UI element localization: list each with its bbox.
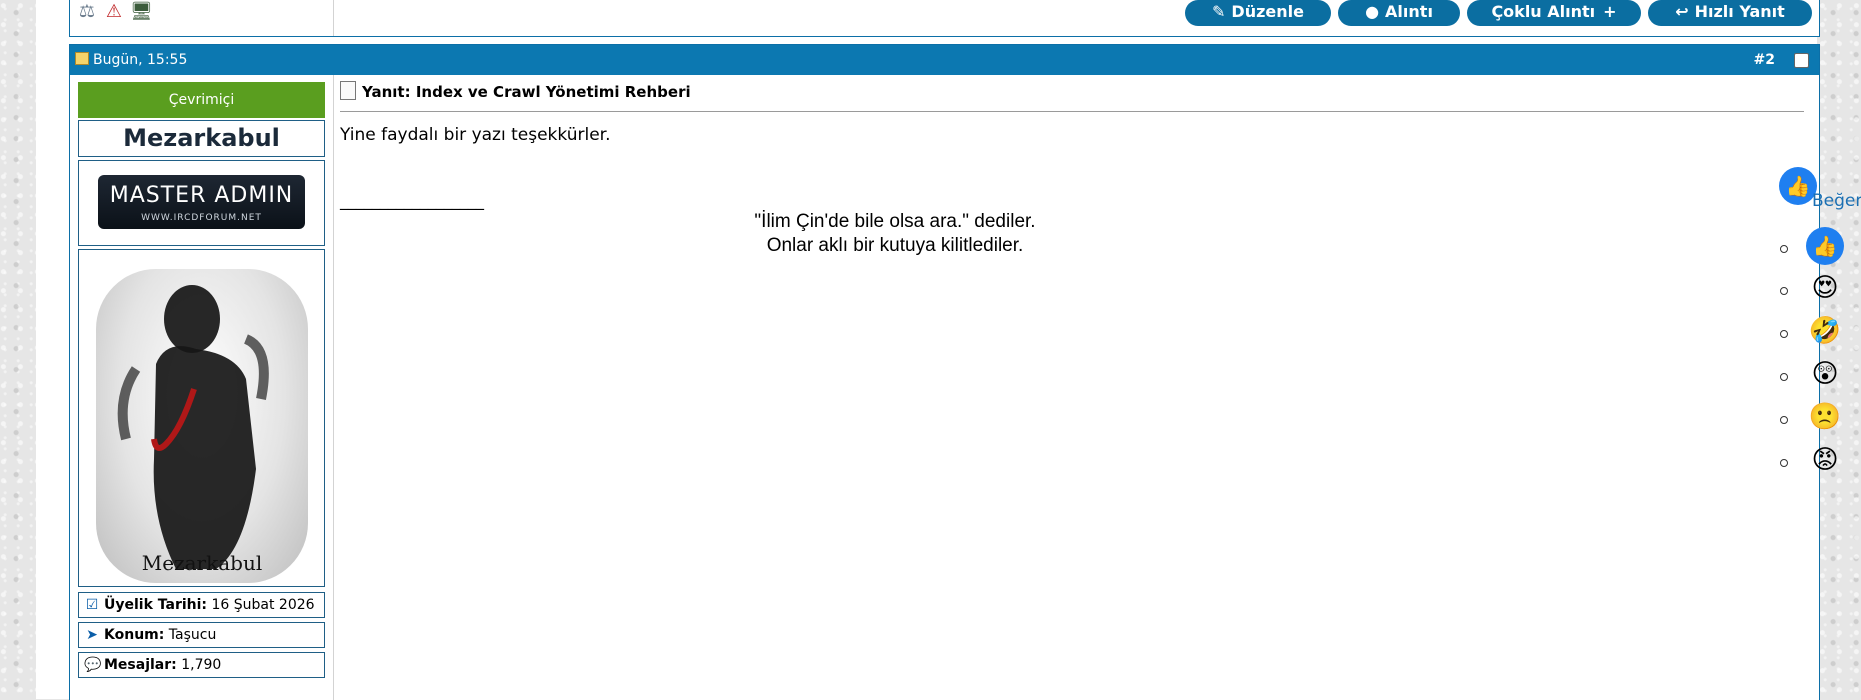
username-link[interactable]: Mezarkabul bbox=[78, 120, 325, 157]
list-bullet bbox=[1780, 330, 1788, 338]
list-bullet bbox=[1780, 416, 1788, 424]
user-sidebar: Çevrimiçi Mezarkabul MASTER ADMIN WWW.IR… bbox=[70, 75, 334, 700]
location-arrow-icon: ➤ bbox=[86, 627, 98, 643]
signature-line: Onlar aklı bir kutuya kilitlediler. bbox=[766, 235, 1024, 256]
post-content: Yanıt: Index ve Crawl Yönetimi Rehberi Y… bbox=[334, 75, 1861, 700]
select-post-checkbox[interactable] bbox=[1794, 53, 1809, 68]
checkbox-icon: ☑ bbox=[85, 597, 99, 613]
rank-title: MASTER ADMIN bbox=[109, 183, 294, 208]
sad-reaction-icon[interactable]: 🙁 bbox=[1806, 398, 1844, 436]
previous-post-footer: ⚖ ⚠ 🖥 ✎ Düzenle ● Alıntı Çoklu Alıntı + ↩ Hı… bbox=[69, 0, 1820, 37]
post-title: Yanıt: Index ve Crawl Yönetimi Rehberi bbox=[340, 81, 691, 101]
warning-icon[interactable]: ⚠ bbox=[103, 1, 125, 23]
list-bullet bbox=[1780, 459, 1788, 467]
comments-icon: 💬 bbox=[84, 657, 102, 673]
plus-icon: + bbox=[1603, 2, 1617, 21]
post-number-link[interactable]: #2 bbox=[1754, 45, 1775, 75]
signature: "İlim Çin'de bile olsa ara." dediler. On… bbox=[340, 210, 1450, 258]
thumbs-up-icon: 👍 bbox=[1785, 174, 1811, 198]
edit-button[interactable]: ✎ Düzenle bbox=[1185, 0, 1331, 26]
like-reaction-icon[interactable]: 👍 bbox=[1806, 227, 1844, 265]
list-bullet bbox=[1780, 245, 1788, 253]
title-divider bbox=[340, 111, 1804, 112]
avatar-signature: Mezarkabul bbox=[141, 551, 263, 575]
quote-button[interactable]: ● Alıntı bbox=[1338, 0, 1460, 26]
list-bullet bbox=[1780, 373, 1788, 381]
quick-reply-button[interactable]: ↩ Hızlı Yanıt bbox=[1648, 0, 1812, 26]
scales-icon[interactable]: ⚖ bbox=[76, 1, 98, 23]
rank-subtitle: WWW.IRCDFORUM.NET bbox=[141, 213, 262, 223]
page: ⚖ ⚠ 🖥 ✎ Düzenle ● Alıntı Çoklu Alıntı + ↩ Hı… bbox=[36, 0, 1861, 700]
previous-post-user-cell: ⚖ ⚠ 🖥 bbox=[70, 0, 334, 36]
online-status-badge: Çevrimiçi bbox=[78, 82, 325, 118]
post-header: Bugün, 15:55 #2 bbox=[70, 45, 1819, 75]
post-count-info: 💬 Mesajlar: 1,790 bbox=[78, 652, 325, 678]
rank-image: MASTER ADMIN WWW.IRCDFORUM.NET bbox=[98, 175, 305, 229]
post: Bugün, 15:55 #2 Çevrimiçi Mezarkabul MAS… bbox=[69, 44, 1861, 700]
post-date: Bugün, 15:55 bbox=[75, 45, 187, 75]
signature-line: "İlim Çin'de bile olsa ara." dediler. bbox=[754, 211, 1036, 232]
wow-reaction-icon[interactable]: 😲 bbox=[1806, 355, 1844, 393]
avatar-box: Mezarkabul bbox=[78, 249, 325, 587]
love-reaction-icon[interactable]: 😍 bbox=[1806, 269, 1844, 307]
computer-icon[interactable]: 🖥 bbox=[130, 1, 153, 23]
signature-separator: __________________ bbox=[340, 191, 484, 210]
multi-quote-button[interactable]: Çoklu Alıntı + bbox=[1467, 0, 1641, 26]
list-bullet bbox=[1780, 287, 1788, 295]
reply-icon: ↩ bbox=[1675, 2, 1689, 21]
pencil-icon: ✎ bbox=[1212, 2, 1226, 21]
folder-icon bbox=[75, 52, 89, 65]
rank-box: MASTER ADMIN WWW.IRCDFORUM.NET bbox=[78, 160, 325, 246]
document-icon bbox=[340, 81, 356, 100]
join-date-info: ☑ Üyelik Tarihi: 16 Şubat 2026 bbox=[78, 592, 325, 618]
haha-reaction-icon[interactable]: 🤣 bbox=[1806, 312, 1844, 350]
avatar-figure bbox=[117, 285, 269, 569]
avatar[interactable]: Mezarkabul bbox=[96, 269, 308, 583]
angry-reaction-icon[interactable]: 😡 bbox=[1806, 441, 1844, 479]
like-label[interactable]: Beğen bbox=[1812, 191, 1861, 211]
speech-bubble-icon: ● bbox=[1365, 2, 1380, 21]
post-message: Yine faydalı bir yazı teşekkürler. bbox=[340, 125, 611, 145]
location-info: ➤ Konum: Taşucu bbox=[78, 622, 325, 648]
